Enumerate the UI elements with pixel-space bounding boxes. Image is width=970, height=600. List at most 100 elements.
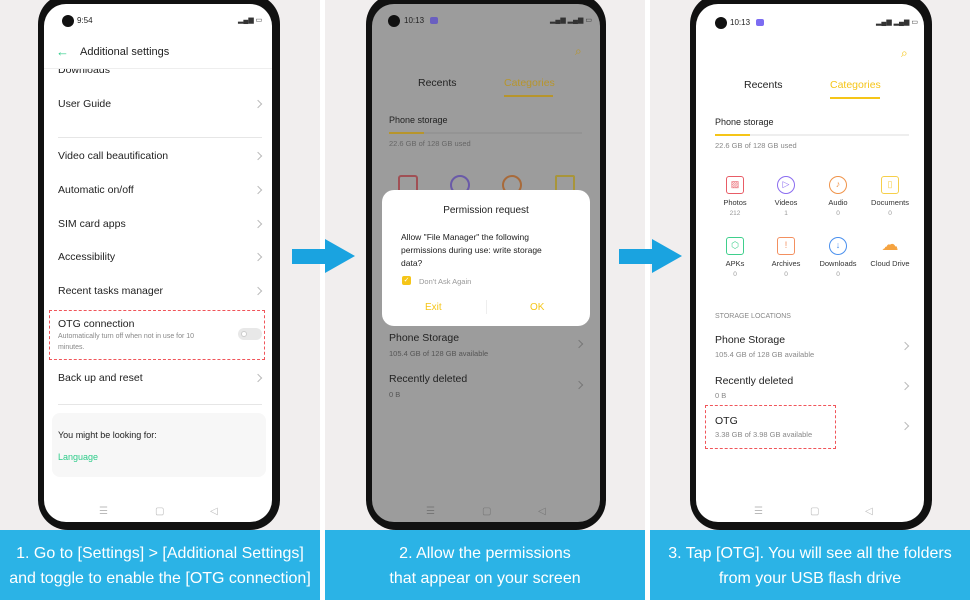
suggestion-card	[52, 413, 266, 477]
status-time: 10:13	[404, 16, 425, 25]
camera-hole	[62, 15, 74, 27]
category-label: Archives	[771, 259, 801, 268]
music-note-icon: ♪	[829, 176, 847, 194]
download-icon: ↓	[829, 237, 847, 255]
menu-nav-icon[interactable]: ☰	[99, 506, 108, 517]
exit-button[interactable]: Exit	[425, 302, 442, 313]
home-nav-icon[interactable]: ▢	[482, 506, 491, 517]
notification-badge-icon	[430, 17, 438, 24]
dialog-body: Allow "File Manager" the following permis…	[401, 232, 542, 268]
divider	[58, 404, 262, 405]
camera-hole	[388, 15, 400, 27]
storage-used-text: 22.6 GB of 128 GB used	[715, 141, 797, 150]
phone-storage-title: Phone storage	[715, 117, 774, 127]
menu-nav-icon[interactable]: ☰	[754, 506, 763, 517]
step-2-caption: 2. Allow the permissions that appear on y…	[325, 530, 645, 600]
arrow-right-icon	[619, 239, 682, 273]
category-downloads[interactable]: Downloads 0	[808, 259, 868, 278]
location-detail: 0 B	[389, 390, 401, 399]
document-icon: ▯	[881, 176, 899, 194]
otg-description: Automatically turn off when not in use f…	[58, 333, 195, 340]
tab-categories[interactable]: Categories	[504, 77, 555, 89]
back-nav-icon[interactable]: ◁	[538, 506, 546, 517]
category-count: 0	[888, 210, 892, 217]
storage-used-text: 22.6 GB of 128 GB used	[389, 139, 471, 148]
notification-badge-icon	[756, 19, 764, 26]
signal-battery-icon: ▂▄▆ ▭	[238, 17, 263, 24]
button-divider	[486, 300, 487, 314]
storage-bar	[715, 134, 909, 136]
category-label: Downloads	[819, 259, 857, 268]
location-detail: 0 B	[715, 391, 727, 400]
settings-item-sim-apps[interactable]: SIM card apps	[58, 218, 126, 230]
category-count: 0	[836, 210, 840, 217]
storage-locations-header: STORAGE LOCATIONS	[715, 313, 791, 320]
search-icon[interactable]: ⌕	[901, 46, 908, 61]
dont-ask-label: Don't Ask Again	[419, 277, 472, 286]
category-count: 0	[784, 271, 788, 278]
category-audio[interactable]: Audio 0	[808, 198, 868, 217]
location-phone-storage: Phone Storage	[389, 332, 460, 344]
divider	[58, 137, 262, 138]
photo-icon: ▨	[726, 176, 744, 194]
back-nav-icon[interactable]: ◁	[210, 506, 218, 517]
header-divider	[44, 68, 272, 69]
active-tab-indicator	[504, 95, 553, 97]
category-cloud-drive[interactable]: Cloud Drive	[860, 259, 920, 271]
category-label: Videos	[774, 198, 798, 207]
location-detail: 105.4 GB of 128 GB available	[389, 349, 489, 358]
camera-hole	[715, 17, 727, 29]
category-count: 1	[784, 210, 788, 217]
dialog-title: Permission request	[443, 205, 529, 216]
category-count: 0	[836, 271, 840, 278]
location-phone-storage[interactable]: Phone Storage	[715, 334, 785, 346]
location-otg[interactable]: OTG	[715, 415, 738, 427]
archive-icon: !	[777, 237, 795, 255]
step-1-caption: 1. Go to [Settings] > [Additional Settin…	[0, 530, 320, 600]
step-3-caption: 3. Tap [OTG]. You will see all the folde…	[650, 530, 970, 600]
signal-battery-icon: ▂▄▆ ▂▄▆ ▭	[876, 19, 918, 26]
category-label: Documents	[871, 198, 909, 207]
category-label: Audio	[828, 198, 848, 207]
cloud-icon: ☁	[881, 235, 899, 254]
dont-ask-checkbox[interactable]: ✓	[402, 276, 411, 285]
location-recently-deleted: Recently deleted	[389, 373, 468, 385]
home-nav-icon[interactable]: ▢	[155, 506, 164, 517]
category-videos[interactable]: Videos 1	[756, 198, 816, 217]
tab-categories[interactable]: Categories	[830, 79, 881, 91]
search-icon[interactable]: ⌕	[575, 44, 582, 59]
settings-item-auto-onoff[interactable]: Automatic on/off	[58, 184, 134, 196]
settings-item-video-call[interactable]: Video call beautification	[58, 150, 168, 162]
storage-bar	[389, 132, 582, 134]
active-tab-indicator	[830, 97, 880, 99]
location-recently-deleted[interactable]: Recently deleted	[715, 375, 793, 387]
signal-battery-icon: ▂▄▆ ▂▄▆ ▭	[550, 17, 592, 24]
settings-item-user-guide[interactable]: User Guide	[58, 98, 111, 110]
category-label: Cloud Drive	[870, 259, 910, 268]
tab-recents[interactable]: Recents	[418, 77, 457, 89]
tab-recents[interactable]: Recents	[744, 79, 783, 91]
settings-item-accessibility[interactable]: Accessibility	[58, 251, 115, 263]
suggestion-title: You might be looking for:	[58, 430, 157, 440]
status-time: 9:54	[77, 16, 93, 25]
cube-icon: ⬡	[726, 237, 744, 255]
home-nav-icon[interactable]: ▢	[810, 506, 819, 517]
category-archives[interactable]: Archives 0	[756, 259, 816, 278]
otg-description-2: minutes.	[58, 344, 85, 351]
location-detail: 105.4 GB of 128 GB available	[715, 350, 815, 359]
phone-storage-title: Phone storage	[389, 115, 448, 125]
back-arrow-icon[interactable]: ←	[56, 44, 69, 59]
status-time: 10:13	[730, 18, 751, 27]
menu-nav-icon[interactable]: ☰	[426, 506, 435, 517]
otg-connection-label: OTG connection	[58, 318, 135, 330]
settings-item-recent-tasks[interactable]: Recent tasks manager	[58, 285, 163, 297]
ok-button[interactable]: OK	[530, 302, 544, 313]
arrow-right-icon	[292, 239, 355, 273]
highlight-box	[705, 405, 836, 449]
page-title: Additional settings	[80, 46, 170, 58]
settings-item-backup[interactable]: Back up and reset	[58, 372, 143, 384]
otg-toggle[interactable]	[238, 328, 262, 340]
back-nav-icon[interactable]: ◁	[865, 506, 873, 517]
suggestion-link-language[interactable]: Language	[58, 452, 98, 462]
category-documents[interactable]: Documents 0	[860, 198, 920, 217]
